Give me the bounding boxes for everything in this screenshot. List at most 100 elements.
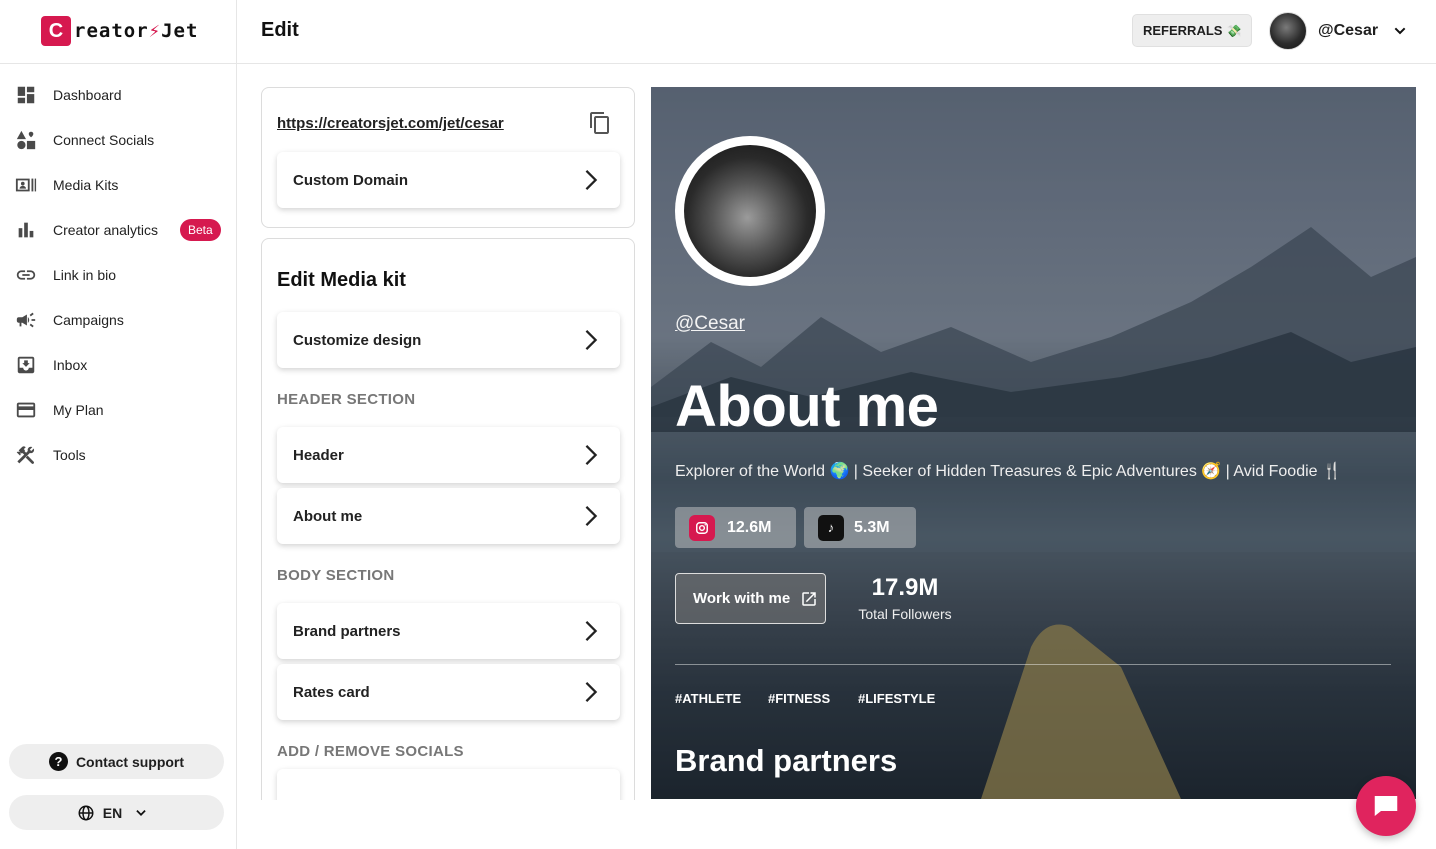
body-section-label: BODY SECTION xyxy=(277,567,395,584)
profile-photo-image xyxy=(684,145,816,277)
tiktok-stat[interactable]: ♪ 5.3M xyxy=(804,507,916,548)
beta-badge: Beta xyxy=(180,219,221,241)
about-me-title: About me xyxy=(675,374,939,439)
brand-partners-label: Brand partners xyxy=(293,622,401,640)
inbox-icon xyxy=(14,353,38,377)
url-card: https://creatorsjet.com/jet/cesar Custom… xyxy=(261,87,635,228)
chevron-down-icon xyxy=(136,809,146,816)
sidebar-item-tools[interactable]: Tools xyxy=(0,432,237,477)
tag-athlete: #ATHLETE xyxy=(675,691,742,706)
sidebar-item-label: Campaigns xyxy=(53,311,124,328)
sidebar-item-label: Media Kits xyxy=(53,176,119,193)
profile-photo xyxy=(675,136,825,286)
sidebar-item-label: My Plan xyxy=(53,401,104,418)
app-logo[interactable]: C reator⚡Jet xyxy=(41,15,198,47)
external-link-icon xyxy=(802,591,816,606)
media-kit-title: Edit Media kit xyxy=(277,269,406,291)
referrals-label: REFERRALS xyxy=(1143,23,1223,38)
sidebar-item-my-plan[interactable]: My Plan xyxy=(0,387,237,432)
sidebar-item-media-kits[interactable]: Media Kits xyxy=(0,162,237,207)
bio-text: Explorer of the World 🌍 | Seeker of Hidd… xyxy=(675,463,1342,480)
sidebar-item-creator-analytics[interactable]: Creator analytics Beta xyxy=(0,207,237,252)
custom-domain-label: Custom Domain xyxy=(293,171,409,189)
referrals-button[interactable]: REFERRALS 💸 xyxy=(1132,14,1253,47)
rates-card-label: Rates card xyxy=(293,683,370,701)
header-label: Header xyxy=(293,446,344,464)
sidebar-item-label: Tools xyxy=(53,446,86,463)
work-with-me-label: Work with me xyxy=(693,590,791,607)
socials-section-label: ADD / REMOVE SOCIALS xyxy=(277,743,464,760)
customize-design-button[interactable]: Customize design xyxy=(277,312,620,368)
sidebar-nav: Dashboard Connect Socials Media Kits Cre… xyxy=(0,72,237,477)
link-icon xyxy=(14,263,38,287)
chevron-right-icon xyxy=(585,682,598,702)
brand-partners-button[interactable]: Brand partners xyxy=(277,603,620,659)
sidebar-divider xyxy=(0,63,237,64)
chevron-down-icon xyxy=(1394,27,1406,35)
logo-mark: C xyxy=(41,16,71,46)
creator-handle-link[interactable]: @Cesar xyxy=(675,313,745,335)
contact-support-label: Contact support xyxy=(75,753,185,770)
tools-icon xyxy=(14,443,38,467)
chat-button[interactable] xyxy=(1356,776,1416,836)
header-button[interactable]: Header xyxy=(277,427,620,483)
contact-support-button[interactable]: ? Contact support xyxy=(9,744,224,779)
about-me-button[interactable]: About me xyxy=(277,488,620,544)
about-me-label: About me xyxy=(293,507,363,525)
chevron-right-icon xyxy=(585,170,598,190)
user-menu[interactable]: @Cesar xyxy=(1269,12,1408,50)
bottom-area xyxy=(237,800,1436,849)
chat-icon xyxy=(1374,796,1398,816)
username: @Cesar xyxy=(1318,22,1379,39)
sidebar-item-label: Creator analytics xyxy=(53,221,159,238)
sidebar-item-label: Inbox xyxy=(53,356,88,373)
dashboard-icon xyxy=(14,83,38,107)
sidebar-item-dashboard[interactable]: Dashboard xyxy=(0,72,237,117)
preview-divider xyxy=(675,664,1391,665)
total-followers-label: Total Followers xyxy=(858,606,952,622)
sidebar-item-connect-socials[interactable]: Connect Socials xyxy=(0,117,237,162)
work-with-me-button[interactable]: Work with me xyxy=(675,573,826,624)
instagram-stat[interactable]: 12.6M xyxy=(675,507,796,548)
chevron-right-icon xyxy=(585,445,598,465)
copy-icon[interactable] xyxy=(588,111,612,135)
globe-icon xyxy=(78,805,94,820)
sidebar-item-campaigns[interactable]: Campaigns xyxy=(0,297,237,342)
header-section-label: HEADER SECTION xyxy=(277,391,416,408)
logo-text: reator⚡Jet xyxy=(74,20,199,42)
avatar xyxy=(1269,12,1307,50)
chevron-right-icon xyxy=(585,621,598,641)
chevron-right-icon xyxy=(585,330,598,350)
sidebar-item-inbox[interactable]: Inbox xyxy=(0,342,237,387)
sidebar-item-label: Dashboard xyxy=(53,86,122,103)
tag-fitness: #FITNESS xyxy=(768,691,831,706)
credit-card-icon xyxy=(14,398,38,422)
chevron-right-icon xyxy=(585,506,598,526)
brand-partners-title: Brand partners xyxy=(675,743,898,778)
top-bar: Edit REFERRALS 💸 @Cesar xyxy=(237,0,1436,64)
tag-lifestyle: #LIFESTYLE xyxy=(858,691,936,706)
instagram-icon xyxy=(689,514,715,541)
sidebar-item-label: Link in bio xyxy=(53,266,117,283)
tiktok-followers: 5.3M xyxy=(854,518,890,536)
customize-design-label: Customize design xyxy=(293,331,422,349)
custom-domain-button[interactable]: Custom Domain xyxy=(277,152,620,208)
edit-media-kit-card: Edit Media kit Customize design HEADER S… xyxy=(261,238,635,838)
money-icon: 💸 xyxy=(1226,23,1242,38)
media-kit-url-link[interactable]: https://creatorsjet.com/jet/cesar xyxy=(277,115,504,132)
language-selector[interactable]: EN xyxy=(9,795,224,830)
megaphone-icon xyxy=(14,308,38,332)
shapes-icon xyxy=(14,128,38,152)
sidebar-item-label: Connect Socials xyxy=(53,131,155,148)
tiktok-icon: ♪ xyxy=(818,514,844,541)
rates-card-button[interactable]: Rates card xyxy=(277,664,620,720)
help-icon: ? xyxy=(48,752,68,771)
language-label: EN xyxy=(102,804,123,821)
total-followers-count: 17.9M xyxy=(871,574,939,601)
sidebar-item-link-in-bio[interactable]: Link in bio xyxy=(0,252,237,297)
instagram-followers: 12.6M xyxy=(727,518,772,536)
bar-chart-icon xyxy=(14,218,38,242)
media-kit-icon xyxy=(14,173,38,197)
page-title: Edit xyxy=(261,19,299,41)
media-kit-preview: @Cesar About me Explorer of the World 🌍 … xyxy=(651,87,1416,799)
